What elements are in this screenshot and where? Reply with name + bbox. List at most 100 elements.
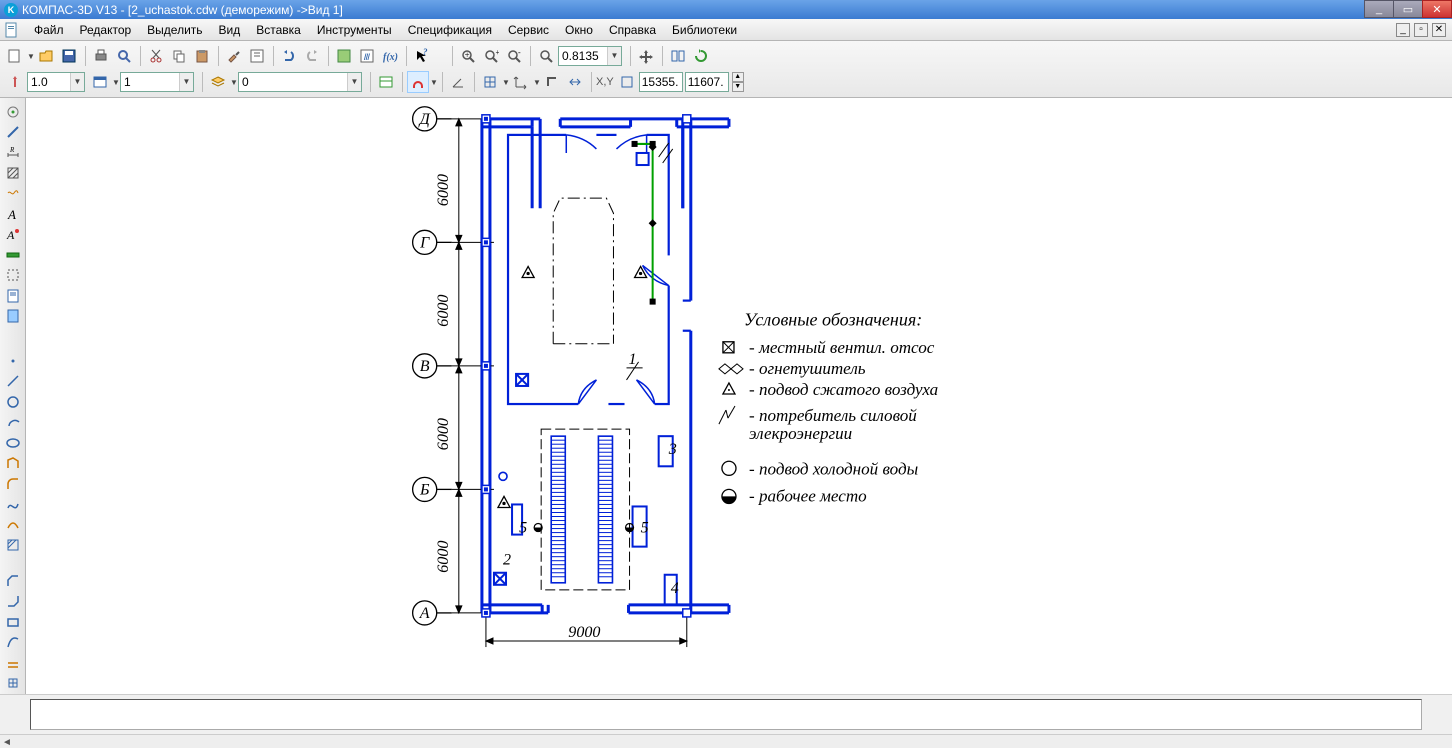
menu-file[interactable]: Файл	[26, 21, 72, 39]
style-dropdown[interactable]: ▼	[347, 73, 361, 91]
pan-button[interactable]	[635, 45, 657, 67]
menu-view[interactable]: Вид	[211, 21, 249, 39]
menu-libs[interactable]: Библиотеки	[664, 21, 745, 39]
spec-button[interactable]	[2, 286, 24, 305]
lineweight-input[interactable]	[28, 73, 70, 91]
close-button[interactable]: ✕	[1422, 0, 1452, 18]
coord-step-up[interactable]: ▲	[732, 72, 744, 82]
ortho-button[interactable]	[541, 71, 563, 93]
brush-button[interactable]	[223, 45, 245, 67]
draw-segment-button[interactable]	[2, 372, 24, 391]
manager-button[interactable]	[333, 45, 355, 67]
snap-dropdown[interactable]: ▼	[430, 78, 438, 87]
layerstates-button[interactable]	[375, 71, 397, 93]
draw-collect-button[interactable]	[2, 674, 24, 693]
grid-button[interactable]	[479, 71, 501, 93]
layer-combo[interactable]: ▼	[120, 72, 194, 92]
zoom-scale-button[interactable]	[535, 45, 557, 67]
select-button[interactable]	[2, 266, 24, 285]
open-button[interactable]	[35, 45, 57, 67]
style-combo[interactable]: ▼	[238, 72, 362, 92]
draw-hatch2-button[interactable]	[2, 535, 24, 554]
cut-button[interactable]	[145, 45, 167, 67]
new-doc-button[interactable]	[4, 45, 26, 67]
draw-spline-button[interactable]	[2, 494, 24, 513]
snap-toggle-button[interactable]	[407, 71, 429, 93]
mdi-close-button[interactable]: ✕	[1432, 23, 1446, 37]
draw-chamfer-button[interactable]	[2, 571, 24, 590]
view-mgr-dropdown[interactable]: ▼	[112, 78, 120, 87]
menu-service[interactable]: Сервис	[500, 21, 557, 39]
draw-ellipse-button[interactable]	[2, 433, 24, 452]
param-button[interactable]: A	[2, 225, 24, 244]
grid-dropdown[interactable]: ▼	[502, 78, 510, 87]
localcs-dropdown[interactable]: ▼	[533, 78, 541, 87]
help-cursor-button[interactable]: ?	[411, 45, 433, 67]
undo-button[interactable]	[278, 45, 300, 67]
draw-contour-button[interactable]	[2, 453, 24, 472]
layers-dropdown[interactable]: ▼	[230, 78, 238, 87]
draw-arc-button[interactable]	[2, 413, 24, 432]
refresh-button[interactable]	[690, 45, 712, 67]
hatch-button[interactable]	[2, 163, 24, 182]
coord-y-input[interactable]	[685, 72, 729, 92]
menu-window[interactable]: Окно	[557, 21, 601, 39]
layer-dropdown[interactable]: ▼	[179, 73, 193, 91]
draw-point-button[interactable]	[2, 351, 24, 370]
bottom-scroll-track[interactable]: ◄	[0, 734, 1452, 748]
variables-button[interactable]: Ⅲ	[356, 45, 378, 67]
print-button[interactable]	[90, 45, 112, 67]
draw-equidistant-button[interactable]	[2, 653, 24, 672]
menu-help[interactable]: Справка	[601, 21, 664, 39]
view-mgr-button[interactable]	[89, 71, 111, 93]
redo-button[interactable]	[301, 45, 323, 67]
zoom-window-button[interactable]: +	[457, 45, 479, 67]
angle-button[interactable]	[447, 71, 469, 93]
maximize-button[interactable]: ▭	[1393, 0, 1423, 18]
edit-break-button[interactable]	[2, 184, 24, 203]
localcs-button[interactable]	[510, 71, 532, 93]
dim-button[interactable]: R	[2, 143, 24, 162]
lineweight-combo[interactable]: ▼	[27, 72, 85, 92]
zoom-input-combo[interactable]: ▼	[558, 46, 622, 66]
menu-tools[interactable]: Инструменты	[309, 21, 400, 39]
lineweight-dropdown[interactable]: ▼	[70, 73, 84, 91]
save-button[interactable]	[58, 45, 80, 67]
roundtrip-button[interactable]	[564, 71, 586, 93]
draw-circle-button[interactable]	[2, 392, 24, 411]
style-input[interactable]	[239, 73, 347, 91]
mdi-minimize-button[interactable]: _	[1396, 23, 1410, 37]
text-button[interactable]: A	[2, 204, 24, 223]
zoom-input[interactable]	[559, 47, 607, 65]
menu-edit[interactable]: Редактор	[72, 21, 140, 39]
rebuild-button[interactable]	[667, 45, 689, 67]
geom-line-button[interactable]	[2, 122, 24, 141]
coord-x-input[interactable]	[639, 72, 683, 92]
fx-button[interactable]: f(x)	[379, 45, 401, 67]
zoom-out-button[interactable]: -	[503, 45, 525, 67]
layers-button[interactable]	[207, 71, 229, 93]
scroll-left-btn[interactable]: ◄	[0, 735, 14, 749]
measure-button[interactable]	[2, 245, 24, 264]
coord-mode-button[interactable]	[616, 71, 638, 93]
drawing-canvas[interactable]: Д Г В Б А 6000 6000 6000 6000 9000 1 2 3…	[26, 98, 1452, 694]
draw-fillet-button[interactable]	[2, 474, 24, 493]
minimize-button[interactable]: _	[1364, 0, 1394, 18]
properties-button[interactable]	[246, 45, 268, 67]
menu-spec[interactable]: Спецификация	[400, 21, 500, 39]
layer-input[interactable]	[121, 73, 179, 91]
copy-button[interactable]	[168, 45, 190, 67]
preview-button[interactable]	[113, 45, 135, 67]
geom-point-button[interactable]	[2, 102, 24, 121]
zoom-dropdown[interactable]: ▼	[607, 47, 621, 65]
draw-bezier-button[interactable]	[2, 515, 24, 534]
draw-rect-button[interactable]	[2, 612, 24, 631]
report-button[interactable]	[2, 306, 24, 325]
draw-chamfer2-button[interactable]	[2, 592, 24, 611]
coord-step-down[interactable]: ▼	[732, 82, 744, 92]
state-button[interactable]	[4, 71, 26, 93]
draw-curve2-button[interactable]	[2, 633, 24, 652]
menu-select[interactable]: Выделить	[139, 21, 210, 39]
mdi-restore-button[interactable]: ▫	[1414, 23, 1428, 37]
menu-insert[interactable]: Вставка	[248, 21, 309, 39]
